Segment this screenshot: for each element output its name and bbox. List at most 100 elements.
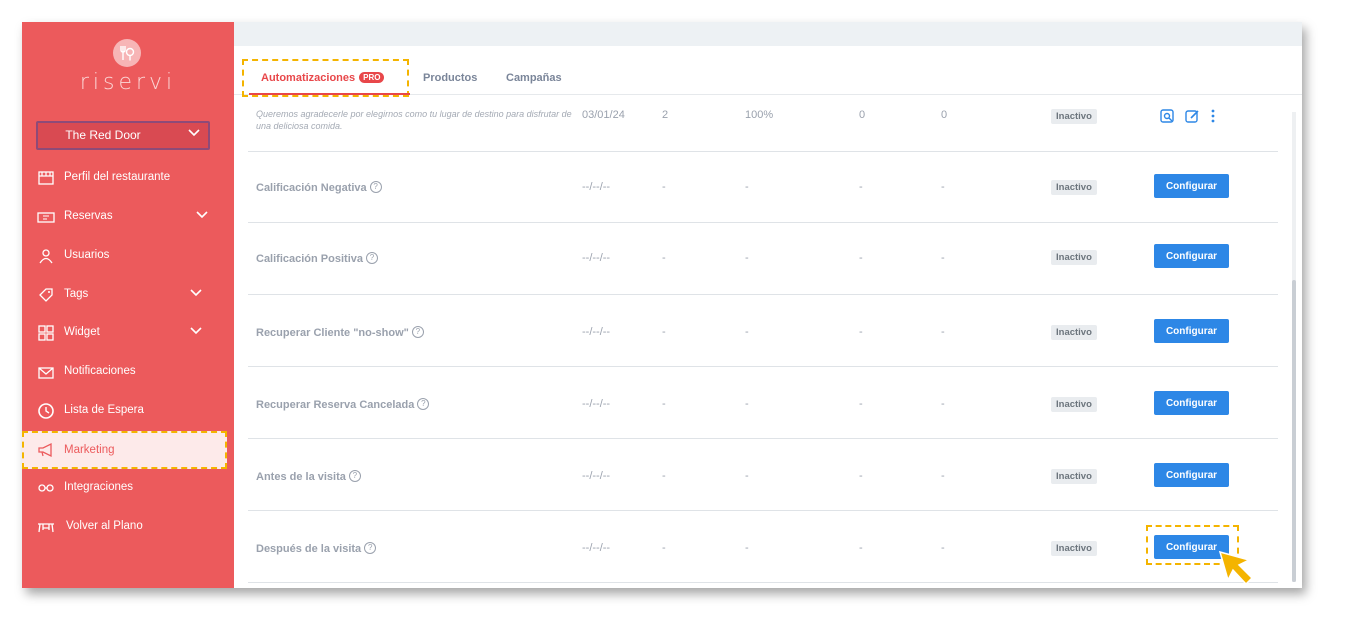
sidebar-item-reservas[interactable]: Reservas (22, 199, 234, 235)
vertical-scrollbar[interactable] (1292, 112, 1296, 582)
row-date: --/--/-- (582, 398, 611, 410)
row-name-text: Calificación Negativa (256, 182, 367, 194)
table-row: Calificación Positiva? --/--/-- - - - - … (248, 222, 1278, 295)
sidebar-item-label: Usuarios (64, 249, 110, 261)
tag-icon (39, 288, 53, 302)
row-name: Antes de la visita? (256, 470, 361, 483)
row-name: Recuperar Cliente "no-show"? (256, 326, 424, 339)
sidebar-item-label: Notificaciones (64, 365, 136, 377)
row-count: - (662, 398, 666, 410)
sidebar-item-label: Perfil del restaurante (64, 171, 171, 183)
configure-button[interactable]: Configurar (1154, 463, 1229, 487)
sidebar-item-marketing[interactable]: Marketing (22, 431, 227, 469)
status-badge: Inactivo (1051, 180, 1097, 195)
status-badge: Inactivo (1051, 109, 1097, 124)
row-col4: 0 (859, 109, 866, 121)
configure-button[interactable]: Configurar (1154, 244, 1229, 268)
row-col5: - (941, 326, 945, 338)
configure-button[interactable]: Configurar (1154, 391, 1229, 415)
sidebar-item-widget[interactable]: Widget (22, 315, 234, 351)
tab-campanas[interactable]: Campañas (506, 72, 562, 84)
row-count: 2 (662, 109, 669, 121)
more-options-icon[interactable] (1209, 108, 1217, 124)
table-row: Calificación Negativa? --/--/-- - - - - … (248, 151, 1278, 223)
row-date: --/--/-- (582, 252, 611, 264)
preview-icon[interactable] (1159, 108, 1175, 124)
row-col4: - (859, 252, 863, 264)
row-col4: - (859, 181, 863, 193)
app-window: riservi The Red Door Perfil del restaura… (22, 22, 1302, 588)
row-rate: - (745, 326, 749, 338)
row-date: --/--/-- (582, 326, 611, 338)
chevron-down-icon (188, 129, 200, 137)
sidebar-item-label: Lista de Espera (64, 404, 144, 416)
sidebar-item-label: Widget (64, 326, 100, 338)
sidebar-item-perfil[interactable]: Perfil del restaurante (22, 160, 234, 196)
row-count: - (662, 470, 666, 482)
logo-text: riservi (79, 70, 177, 95)
row-col4: - (859, 470, 863, 482)
mail-icon (38, 367, 54, 379)
tab-productos[interactable]: Productos (423, 72, 477, 84)
row-rate: - (745, 470, 749, 482)
user-icon (39, 249, 53, 264)
sidebar-item-label: Integraciones (64, 481, 134, 493)
sidebar-item-label: Tags (64, 288, 89, 300)
help-icon[interactable]: ? (369, 181, 382, 193)
sidebar-item-label: Reservas (64, 210, 113, 222)
help-icon[interactable]: ? (365, 252, 378, 264)
tab-label: Automatizaciones (261, 72, 356, 84)
row-rate: - (745, 398, 749, 410)
chevron-down-icon (196, 211, 208, 219)
row-date: --/--/-- (582, 181, 611, 193)
row-name-text: Recuperar Cliente "no-show" (256, 327, 409, 339)
chevron-down-icon (190, 327, 202, 335)
sidebar-item-label: Volver al Plano (66, 520, 143, 532)
table-row: Antes de la visita? --/--/-- - - - - Ina… (248, 438, 1278, 511)
pro-badge: PRO (359, 72, 385, 83)
megaphone-icon (38, 442, 52, 458)
edit-icon[interactable] (1184, 108, 1200, 124)
help-icon[interactable]: ? (411, 326, 424, 338)
status-badge: Inactivo (1051, 325, 1097, 340)
row-rate: 100% (745, 109, 774, 121)
row-count: - (662, 252, 666, 264)
sidebar-item-tags[interactable]: Tags (22, 277, 234, 313)
status-badge: Inactivo (1051, 469, 1097, 484)
configure-button[interactable]: Configurar (1154, 319, 1229, 343)
ticket-icon (37, 212, 55, 223)
status-badge: Inactivo (1051, 397, 1097, 412)
tab-automatizaciones[interactable]: Automatizaciones PRO (261, 72, 385, 84)
row-rate: - (745, 542, 749, 554)
row-name-text: Recuperar Reserva Cancelada (256, 399, 415, 411)
sidebar-item-integraciones[interactable]: Integraciones (22, 470, 234, 506)
row-col5: - (941, 470, 945, 482)
configure-button[interactable]: Configurar (1154, 174, 1229, 198)
help-icon[interactable]: ? (417, 398, 430, 410)
table-row: Recuperar Cliente "no-show"? --/--/-- - … (248, 294, 1278, 367)
scrollbar-thumb[interactable] (1292, 280, 1296, 582)
sidebar: riservi The Red Door Perfil del restaura… (22, 22, 234, 588)
tab-label: Productos (423, 72, 478, 84)
table-icon (38, 523, 54, 533)
row-col5: - (941, 181, 945, 193)
table-row: Queremos agradecerle por elegirnos como … (248, 94, 1278, 152)
row-name: Calificación Positiva? (256, 252, 378, 265)
row-col5: - (941, 252, 945, 264)
clock-icon (38, 403, 54, 419)
automations-table: Queremos agradecerle por elegirnos como … (248, 94, 1278, 588)
sidebar-item-notificaciones[interactable]: Notificaciones (22, 354, 234, 390)
help-icon[interactable]: ? (364, 542, 377, 554)
restaurant-select-label: The Red Door (65, 128, 141, 142)
row-col4: - (859, 398, 863, 410)
sidebar-item-usuarios[interactable]: Usuarios (22, 238, 234, 274)
help-icon[interactable]: ? (348, 470, 361, 482)
tab-bar: Automatizaciones PRO Productos Campañas (234, 46, 1302, 97)
sidebar-item-volver-plano[interactable]: Volver al Plano (22, 509, 234, 545)
row-col4: - (859, 542, 863, 554)
restaurant-select[interactable]: The Red Door (36, 121, 210, 150)
row-col5: - (941, 542, 945, 554)
sidebar-item-lista-espera[interactable]: Lista de Espera (22, 393, 234, 429)
table-row: Recuperar Reserva Cancelada? --/--/-- - … (248, 366, 1278, 439)
row-count: - (662, 181, 666, 193)
